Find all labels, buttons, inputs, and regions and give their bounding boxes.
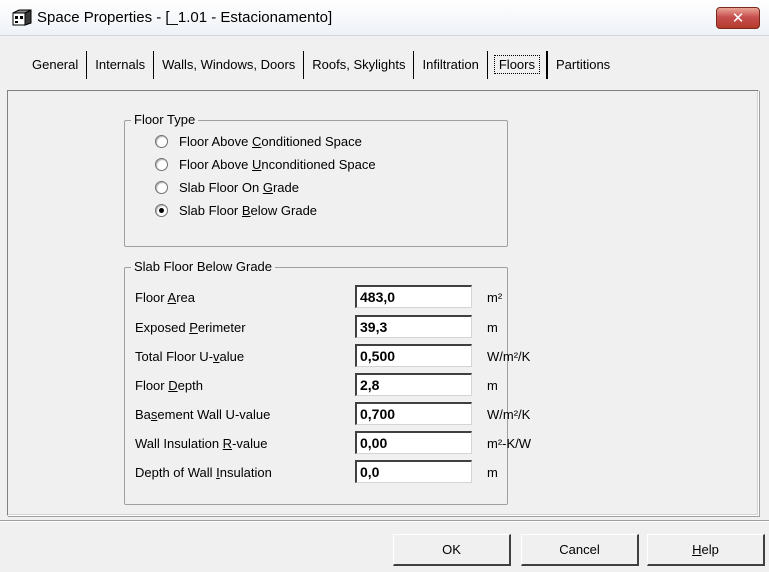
floor-area-input[interactable]: 483,0 xyxy=(355,285,472,308)
help-button[interactable]: Help xyxy=(647,534,765,566)
tab-infiltration[interactable]: Infiltration xyxy=(414,51,488,79)
depth-of-wall-insulation-label: Depth of Wall Insulation xyxy=(135,465,272,480)
floor-area-unit: m² xyxy=(487,290,503,305)
tab-internals[interactable]: Internals xyxy=(87,51,155,79)
floor-depth-input[interactable]: 2,8 xyxy=(355,373,472,396)
floors-panel: Floor Type Floor Above Conditioned Space… xyxy=(7,90,759,516)
window-title: Space Properties - [_1.01 - Estacionamen… xyxy=(37,9,333,26)
cancel-button-label: Cancel xyxy=(559,542,600,557)
radio-indicator-checked xyxy=(155,203,168,217)
tab-general[interactable]: General xyxy=(24,51,88,79)
tab-walls-windows-doors[interactable]: Walls, Windows, Doors xyxy=(154,51,305,79)
slab-floor-below-grade-group: Slab Floor Below Grade Floor Area 483,0 … xyxy=(124,259,531,505)
tab-floors[interactable]: Floors xyxy=(488,51,547,79)
radio-indicator xyxy=(155,157,168,171)
tab-partitions[interactable]: Partitions xyxy=(546,51,618,79)
exposed-perimeter-label: Exposed Perimeter xyxy=(135,320,246,335)
radio-label: Slab Floor Below Grade xyxy=(179,202,318,218)
exposed-perimeter-unit: m xyxy=(487,320,498,335)
radio-floor-above-unconditioned[interactable]: Floor Above Unconditioned Space xyxy=(155,154,376,174)
radio-label: Floor Above Conditioned Space xyxy=(179,133,362,149)
total-floor-u-value-label: Total Floor U-value xyxy=(135,349,245,364)
total-floor-u-value-input[interactable]: 0,500 xyxy=(355,344,472,367)
depth-of-wall-insulation-unit: m xyxy=(487,465,498,480)
close-icon: ✕ xyxy=(731,9,745,27)
wall-insulation-r-value-input[interactable]: 0,00 xyxy=(355,431,472,454)
wall-insulation-r-value-unit: m²-K/W xyxy=(487,436,532,451)
tab-roofs-skylights[interactable]: Roofs, Skylights xyxy=(304,51,415,79)
radio-label: Slab Floor On Grade xyxy=(179,179,299,195)
floor-type-legend: Floor Type xyxy=(131,112,199,127)
cancel-button[interactable]: Cancel xyxy=(521,534,639,566)
basement-wall-u-value-unit: W/m²/K xyxy=(487,407,531,422)
app-icon xyxy=(12,9,32,26)
radio-indicator xyxy=(155,134,168,148)
floor-area-label: Floor Area xyxy=(135,290,195,305)
title-bar: Space Properties - [_1.01 - Estacionamen… xyxy=(0,0,769,36)
basement-wall-u-value-input[interactable]: 0,700 xyxy=(355,402,472,425)
floor-depth-label: Floor Depth xyxy=(135,378,203,393)
close-button[interactable]: ✕ xyxy=(716,7,760,29)
ok-button-label: OK xyxy=(442,542,461,557)
floor-depth-unit: m xyxy=(487,378,498,393)
basement-wall-u-value-label: Basement Wall U-value xyxy=(135,407,271,422)
radio-slab-below-grade[interactable]: Slab Floor Below Grade xyxy=(155,200,317,220)
help-button-label: Help xyxy=(692,542,719,557)
exposed-perimeter-input[interactable]: 39,3 xyxy=(355,315,472,338)
depth-of-wall-insulation-input[interactable]: 0,0 xyxy=(355,460,472,483)
button-separator xyxy=(0,520,769,522)
tab-strip: General Internals Walls, Windows, Doors Roo… xyxy=(24,51,618,81)
radio-floor-above-conditioned[interactable]: Floor Above Conditioned Space xyxy=(155,131,362,151)
radio-slab-on-grade[interactable]: Slab Floor On Grade xyxy=(155,177,299,197)
radio-indicator xyxy=(155,180,168,194)
total-floor-u-value-unit: W/m²/K xyxy=(487,349,531,364)
slab-group-legend: Slab Floor Below Grade xyxy=(131,259,276,274)
ok-button[interactable]: OK xyxy=(393,534,511,566)
floor-type-group: Floor Type Floor Above Conditioned Space… xyxy=(124,112,508,247)
radio-label: Floor Above Unconditioned Space xyxy=(179,156,376,172)
wall-insulation-r-value-label: Wall Insulation R-value xyxy=(135,436,268,451)
